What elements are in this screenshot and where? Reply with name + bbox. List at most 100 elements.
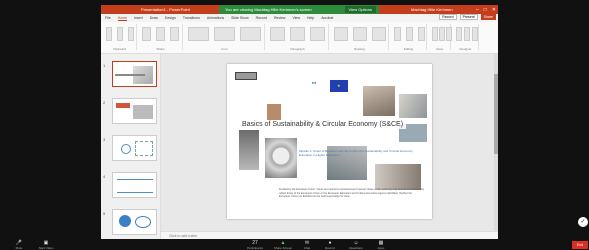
ribbon-group-label: Editing xyxy=(403,47,414,51)
tab-transitions[interactable]: Transitions xyxy=(183,16,200,20)
ribbon-button[interactable] xyxy=(214,27,235,41)
slide-thumbnail[interactable] xyxy=(112,135,157,161)
notification-badge[interactable]: ✓ xyxy=(578,217,588,227)
slide-thumbnails-pane[interactable]: 1 2 3 4 5 xyxy=(101,54,161,239)
ribbon-group-voice: Voice xyxy=(429,24,452,51)
tab-record[interactable]: Record xyxy=(256,16,267,20)
tab-slide-show[interactable]: Slide Show xyxy=(231,16,249,20)
slide-number: 4 xyxy=(103,174,106,179)
ribbon-group-label: Font xyxy=(221,47,228,51)
participants-button[interactable]: 27 Participants xyxy=(243,240,267,250)
present-button[interactable]: Present xyxy=(459,14,478,20)
collage-photo xyxy=(265,138,297,178)
ribbon-group-label: Designer xyxy=(459,47,472,51)
slide-thumbnail[interactable] xyxy=(112,61,157,87)
record-button[interactable]: Record xyxy=(439,14,457,20)
screen-share-view: Presentation1 - PowerPoint Machtag Hille… xyxy=(0,0,589,250)
ribbon-button[interactable] xyxy=(432,27,438,41)
share-status-bar: You are viewing Machtag Hille Kerhmen's … xyxy=(219,5,379,14)
current-slide[interactable]: ●● ★ Basics of Sustainability & Circular… xyxy=(227,64,432,219)
maximize-icon[interactable]: □ xyxy=(484,7,487,13)
ribbon-button[interactable] xyxy=(106,27,112,41)
user-name: Machtag Hille Kerhmen xyxy=(411,7,453,12)
ribbon-group-designer: Designer xyxy=(453,24,479,51)
ribbon-group-editing: Editing xyxy=(391,24,427,51)
eu-flag-icon: ★ xyxy=(330,80,348,92)
tab-review[interactable]: Review xyxy=(274,16,285,20)
ribbon-group-font: Font xyxy=(185,24,265,51)
start-video-button[interactable]: ▣ Start Video xyxy=(34,240,58,250)
share-status-text: You are viewing Machtag Hille Kerhmen's … xyxy=(225,7,312,12)
ribbon-group-label: Paragraph xyxy=(290,47,305,51)
window-title: Presentation1 - PowerPoint xyxy=(141,7,190,12)
share-screen-button[interactable]: ▲ Share Screen xyxy=(272,240,294,250)
slide-editing-area: ●● ★ Basics of Sustainability & Circular… xyxy=(161,54,498,231)
slide-description: Funded by the European Union. Views and … xyxy=(279,188,425,199)
close-icon[interactable]: ✕ xyxy=(492,7,496,13)
ribbon-button[interactable] xyxy=(270,27,285,41)
end-meeting-button[interactable]: End xyxy=(572,241,588,249)
tab-animations[interactable]: Animations xyxy=(207,16,224,20)
ribbon-group-slides: Slides xyxy=(139,24,183,51)
chat-button[interactable]: ✉ Chat xyxy=(298,240,316,250)
slide-thumbnail[interactable] xyxy=(112,172,157,198)
ribbon-button[interactable] xyxy=(418,27,425,41)
tab-view[interactable]: View xyxy=(292,16,300,20)
ribbon-button[interactable] xyxy=(188,27,209,41)
collage-photo xyxy=(239,130,259,170)
ribbon-button[interactable] xyxy=(406,27,413,41)
zoom-toolbar xyxy=(0,239,589,250)
share-button[interactable]: Share xyxy=(480,14,496,20)
ribbon-button[interactable] xyxy=(353,27,367,41)
ribbon-group-clipboard: Clipboard xyxy=(103,24,137,51)
ribbon-button[interactable] xyxy=(128,27,134,41)
tab-design[interactable]: Design xyxy=(165,16,176,20)
tab-acrobat[interactable]: Acrobat xyxy=(321,16,333,20)
ribbon-button[interactable] xyxy=(439,27,445,41)
slide-subtitle: Module 1: Smart & Blended Learning Conte… xyxy=(299,149,413,157)
slide-title: Basics of Sustainability & Circular Econ… xyxy=(239,120,407,129)
tab-draw[interactable]: Draw xyxy=(150,16,158,20)
vertical-scrollbar[interactable] xyxy=(494,54,498,231)
reactions-button[interactable]: ☺ Reactions xyxy=(345,240,367,250)
ribbon-button[interactable] xyxy=(446,27,452,41)
ribbon-button[interactable] xyxy=(464,27,470,41)
ribbon-button[interactable] xyxy=(156,27,165,41)
project-logo: ●● xyxy=(311,80,317,85)
ribbon: Clipboard Slides Font Paragraph Drawing Editi… xyxy=(101,22,498,54)
notes-pane[interactable]: Click to add notes xyxy=(161,231,498,239)
ribbon-group-paragraph: Paragraph xyxy=(267,24,329,51)
slide-number: 2 xyxy=(103,100,106,105)
mute-button[interactable]: 🎤 Mute xyxy=(8,240,30,250)
ribbon-button[interactable] xyxy=(240,27,261,41)
slide-number: 3 xyxy=(103,137,106,142)
creative-commons-badge xyxy=(235,72,257,80)
tab-insert[interactable]: Insert xyxy=(134,16,143,20)
view-options-button[interactable]: View Options xyxy=(344,6,376,13)
ribbon-button[interactable] xyxy=(372,27,386,41)
ribbon-button[interactable] xyxy=(142,27,151,41)
ribbon-button[interactable] xyxy=(170,27,179,41)
ribbon-button[interactable] xyxy=(310,27,325,41)
tab-file[interactable]: File xyxy=(105,16,111,20)
ribbon-button[interactable] xyxy=(334,27,348,41)
ribbon-group-drawing: Drawing xyxy=(331,24,389,51)
collage-photo xyxy=(363,86,395,116)
ribbon-button[interactable] xyxy=(290,27,305,41)
minimize-icon[interactable]: – xyxy=(476,7,479,13)
ribbon-group-label: Drawing xyxy=(353,47,365,51)
slide-thumbnail[interactable] xyxy=(112,209,157,235)
slide-thumbnail[interactable] xyxy=(112,98,157,124)
collage-photo xyxy=(267,104,281,120)
apps-button[interactable]: ▦ Apps xyxy=(372,240,390,250)
powerpoint-window: Presentation1 - PowerPoint Machtag Hille… xyxy=(101,5,498,239)
ribbon-button[interactable] xyxy=(394,27,401,41)
slide-number: 1 xyxy=(103,63,106,68)
ribbon-button[interactable] xyxy=(456,27,462,41)
record-button[interactable]: ● Record xyxy=(320,240,340,250)
tab-help[interactable]: Help xyxy=(307,16,314,20)
ribbon-button[interactable] xyxy=(117,27,123,41)
tab-home[interactable]: Home xyxy=(117,16,127,21)
collage-photo xyxy=(375,164,421,190)
ribbon-button[interactable] xyxy=(472,27,478,41)
